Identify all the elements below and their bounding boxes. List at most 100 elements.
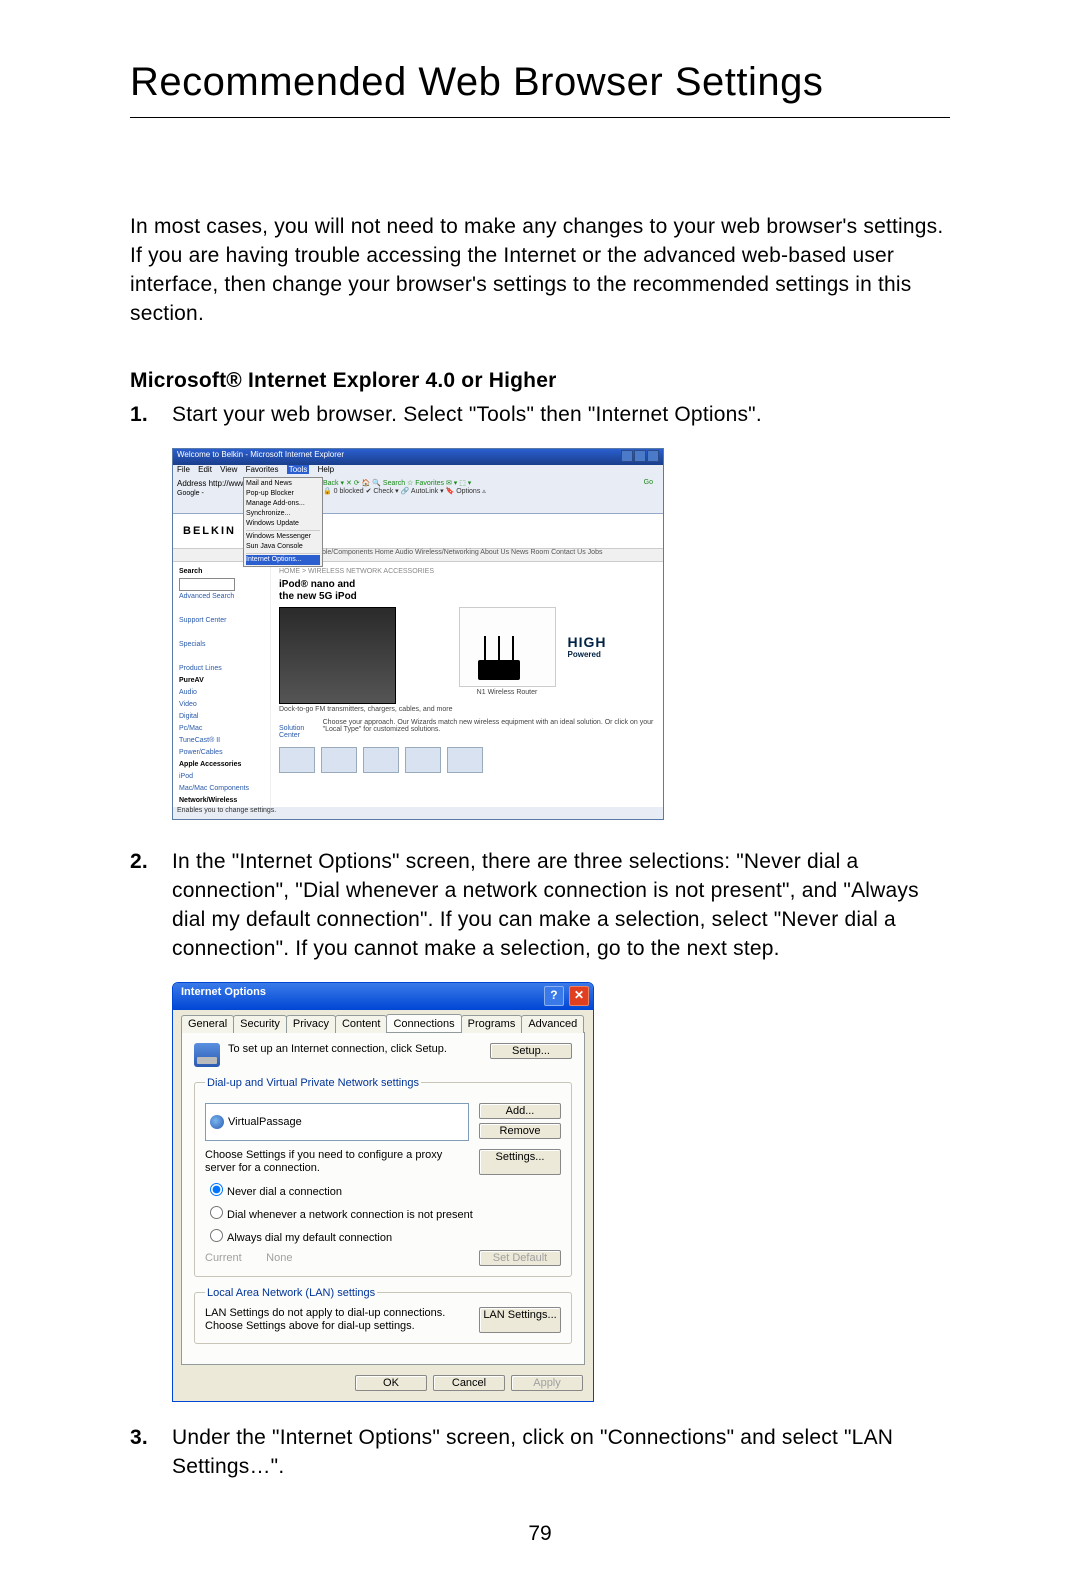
router-caption: N1 Wireless Router [459, 689, 556, 696]
remove-button[interactable]: Remove [479, 1123, 561, 1139]
menu-edit[interactable]: Edit [198, 465, 212, 474]
thumb[interactable] [447, 747, 483, 773]
radio-always-input[interactable] [210, 1229, 223, 1242]
thumbnail-row [279, 747, 655, 773]
proxy-text: Choose Settings if you need to configure… [205, 1149, 471, 1175]
toolbar-icons-2[interactable]: 🔒 0 blocked ✔ Check ▾ 🔗 AutoLink ▾ 🔖 Opt… [323, 488, 486, 495]
dropdown-update[interactable]: Windows Update [246, 519, 320, 529]
sidebar-specials[interactable]: Specials [179, 639, 264, 651]
solution-link[interactable]: Solution Center [279, 725, 315, 739]
sidebar-digital[interactable]: Digital [179, 711, 264, 723]
step-2: 2. In the "Internet Options" screen, the… [130, 848, 950, 964]
sidebar-pureav[interactable]: PureAV [179, 675, 264, 687]
lan-settings-button[interactable]: LAN Settings... [479, 1307, 561, 1333]
vpn-listbox[interactable]: VirtualPassage [205, 1103, 469, 1141]
thumb[interactable] [279, 747, 315, 773]
search-input[interactable] [179, 578, 235, 591]
page-title: Recommended Web Browser Settings [130, 60, 950, 118]
ipod-image [279, 607, 396, 704]
sidebar-ipod[interactable]: iPod [179, 771, 264, 783]
tab-privacy[interactable]: Privacy [286, 1015, 336, 1033]
page-number: 79 [130, 1522, 950, 1546]
dialup-legend: Dial-up and Virtual Private Network sett… [205, 1077, 421, 1089]
sidebar-video[interactable]: Video [179, 699, 264, 711]
tab-connections[interactable]: Connections [386, 1014, 461, 1032]
sidebar-support[interactable]: Support Center [179, 615, 264, 627]
menu-file[interactable]: File [177, 465, 190, 474]
dropdown-addons[interactable]: Manage Add-ons... [246, 499, 320, 509]
step-1: 1. Start your web browser. Select "Tools… [130, 401, 950, 430]
sidebar-adv[interactable]: Advanced Search [179, 591, 264, 603]
tab-security[interactable]: Security [233, 1015, 287, 1033]
thumb[interactable] [321, 747, 357, 773]
dropdown-java[interactable]: Sun Java Console [246, 542, 320, 552]
thumb[interactable] [405, 747, 441, 773]
current-value: None [266, 1252, 292, 1264]
dropdown-mail[interactable]: Mail and News [246, 479, 320, 489]
menu-tools[interactable]: Tools [287, 465, 310, 474]
google-bar: Google - [177, 490, 204, 497]
high-powered: HIGHPowered [568, 634, 607, 659]
step-2-text: In the "Internet Options" screen, there … [172, 848, 950, 964]
router-image: HIGHPowered [459, 607, 556, 687]
radio-dial-when-no-network[interactable]: Dial whenever a network connection is no… [205, 1202, 561, 1221]
sidebar-tunecast[interactable]: TuneCast® II [179, 735, 264, 747]
settings-button[interactable]: Settings... [479, 1149, 561, 1175]
menu-view[interactable]: View [220, 465, 237, 474]
sidebar-products[interactable]: Product Lines [179, 663, 264, 675]
dialog-tabs: General Security Privacy Content Connect… [181, 1014, 585, 1032]
ok-button[interactable]: OK [355, 1375, 427, 1391]
tab-advanced[interactable]: Advanced [521, 1015, 584, 1033]
tab-general[interactable]: General [181, 1015, 234, 1033]
connections-panel: To set up an Internet connection, click … [181, 1032, 585, 1365]
sidebar-power[interactable]: Power/Cables [179, 747, 264, 759]
dropdown-sync[interactable]: Synchronize... [246, 509, 320, 519]
toolbar-icons[interactable]: Back ▾ ✕ ⟳ 🏠 🔍 Search ☆ Favorites ✉ ▾ ⬚ … [323, 480, 471, 487]
internet-options-dialog: Internet Options ? ✕ General Security Pr… [172, 982, 594, 1402]
address-label: Address [177, 479, 206, 488]
browser-titlebar: Welcome to Belkin - Microsoft Internet E… [173, 449, 663, 465]
setup-button[interactable]: Setup... [490, 1043, 572, 1059]
belkin-logo: BELKIN [183, 525, 236, 537]
menu-help[interactable]: Help [318, 465, 334, 474]
step-2-number: 2. [130, 848, 172, 964]
sidebar-pc[interactable]: Pc/Mac [179, 723, 264, 735]
sidebar-wireless[interactable]: Wireless [179, 819, 264, 820]
close-button[interactable]: ✕ [569, 986, 589, 1006]
figure-1: Welcome to Belkin - Microsoft Internet E… [172, 448, 950, 820]
sidebar-mac[interactable]: Mac/Mac Components [179, 783, 264, 795]
dialog-titlebar: Internet Options ? ✕ [173, 983, 593, 1010]
radio-always-dial[interactable]: Always dial my default connection [205, 1225, 561, 1244]
dropdown-popup[interactable]: Pop-up Blocker [246, 489, 320, 499]
intro-paragraph: In most cases, you will not need to make… [130, 213, 950, 329]
dialup-fieldset: Dial-up and Virtual Private Network sett… [194, 1077, 572, 1277]
help-button[interactable]: ? [544, 986, 564, 1006]
step-3-text: Under the "Internet Options" screen, cli… [172, 1424, 950, 1482]
product-title: iPod® nano andthe new 5G iPod [279, 579, 655, 603]
radio-never-input[interactable] [210, 1183, 223, 1196]
sidebar-apple[interactable]: Apple Accessories [179, 759, 264, 771]
tools-dropdown[interactable]: Mail and News Pop-up Blocker Manage Add-… [243, 477, 323, 567]
window-buttons [620, 450, 659, 464]
solution-text: Choose your approach. Our Wizards match … [323, 719, 655, 739]
radio-never-dial[interactable]: Never dial a connection [205, 1179, 561, 1198]
tab-content[interactable]: Content [335, 1015, 388, 1033]
ipod-caption: Dock-to-go FM transmitters, chargers, ca… [279, 706, 453, 713]
dropdown-messenger[interactable]: Windows Messenger [246, 532, 320, 542]
sidebar-net[interactable]: Network/Wireless [179, 795, 264, 807]
site-main: HOME > WIRELESS NETWORK ACCESSORIES iPod… [271, 562, 663, 817]
router-icon [478, 660, 520, 680]
sidebar-audio[interactable]: Audio [179, 687, 264, 699]
dropdown-internet-options[interactable]: Internet Options... [246, 555, 320, 565]
add-button[interactable]: Add... [479, 1103, 561, 1119]
step-3-number: 3. [130, 1424, 172, 1482]
browser-title: Welcome to Belkin - Microsoft Internet E… [177, 450, 344, 464]
thumb[interactable] [363, 747, 399, 773]
tab-programs[interactable]: Programs [461, 1015, 523, 1033]
menu-favorites[interactable]: Favorites [246, 465, 279, 474]
radio-when-input[interactable] [210, 1206, 223, 1219]
cancel-button[interactable]: Cancel [433, 1375, 505, 1391]
go-button[interactable]: Go [644, 479, 653, 486]
vpn-name: VirtualPassage [228, 1116, 302, 1128]
lan-fieldset: Local Area Network (LAN) settings LAN Se… [194, 1287, 572, 1344]
